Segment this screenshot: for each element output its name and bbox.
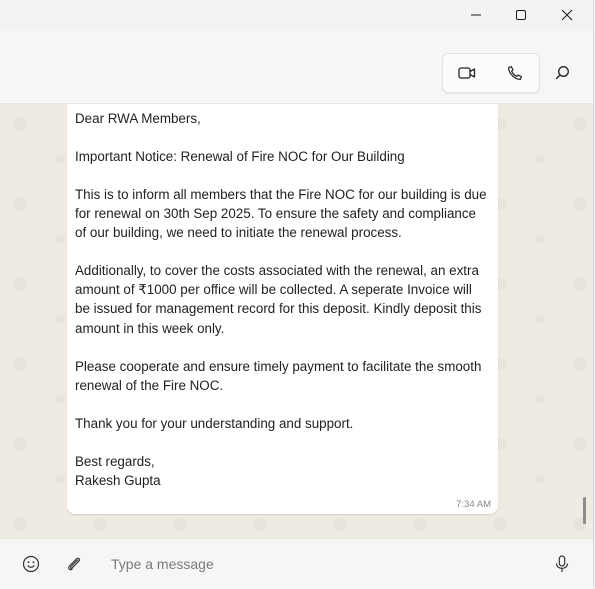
message-composer bbox=[0, 538, 593, 589]
close-icon bbox=[561, 9, 573, 21]
voice-call-button[interactable] bbox=[491, 54, 539, 92]
attach-button[interactable] bbox=[60, 550, 88, 578]
paperclip-icon bbox=[68, 557, 81, 571]
title-bar bbox=[0, 0, 593, 30]
voice-message-button[interactable] bbox=[548, 550, 576, 578]
app-window: Dear RWA Members, Important Notice: Rene… bbox=[0, 0, 594, 589]
minimize-icon bbox=[471, 14, 481, 16]
message-text: Dear RWA Members, Important Notice: Rene… bbox=[75, 111, 487, 488]
maximize-icon bbox=[516, 10, 526, 20]
message-list[interactable]: Dear RWA Members, Important Notice: Rene… bbox=[0, 104, 593, 538]
close-button[interactable] bbox=[544, 0, 590, 30]
voice-call-icon bbox=[508, 65, 523, 81]
search-icon bbox=[555, 65, 569, 79]
chat-scrollbar[interactable] bbox=[583, 497, 586, 524]
emoji-icon bbox=[22, 555, 40, 573]
message-input[interactable] bbox=[98, 545, 551, 583]
maximize-button[interactable] bbox=[498, 0, 544, 30]
minimize-button[interactable] bbox=[453, 0, 499, 30]
video-call-icon bbox=[458, 67, 476, 79]
message-bubble[interactable]: Dear RWA Members, Important Notice: Rene… bbox=[67, 104, 498, 514]
chat-header bbox=[0, 30, 593, 104]
call-button-group bbox=[442, 53, 540, 93]
emoji-button[interactable] bbox=[17, 550, 45, 578]
video-call-button[interactable] bbox=[443, 54, 491, 92]
message-timestamp: 7:34 AM bbox=[456, 499, 491, 510]
search-button[interactable] bbox=[548, 58, 576, 86]
microphone-icon bbox=[555, 555, 569, 572]
